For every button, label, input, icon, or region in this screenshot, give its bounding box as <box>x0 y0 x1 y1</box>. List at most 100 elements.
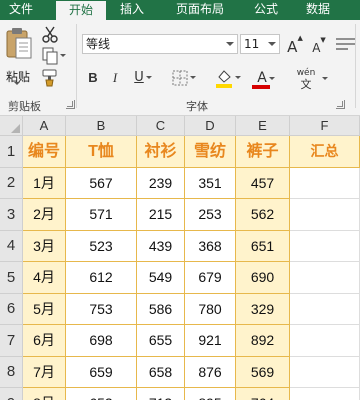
cell-f2[interactable] <box>290 168 360 199</box>
cell-f8[interactable] <box>290 357 360 388</box>
tab-file[interactable]: 文件 <box>0 0 42 20</box>
cell-c1[interactable]: 衬衫 <box>137 136 185 168</box>
clipboard-launcher-icon[interactable] <box>66 100 75 109</box>
font-color-button[interactable]: A <box>250 67 282 89</box>
cut-button[interactable] <box>40 24 62 44</box>
cell-f3[interactable] <box>290 199 360 231</box>
cell-a6[interactable]: 5月 <box>23 294 66 325</box>
cell-e5[interactable]: 690 <box>236 262 290 294</box>
cell-a2[interactable]: 1月 <box>23 168 66 199</box>
cell-f6[interactable] <box>290 294 360 325</box>
cell-e9[interactable]: 764 <box>236 388 290 400</box>
tab-data[interactable]: 数据 <box>298 0 338 20</box>
font-color-swatch <box>252 85 270 89</box>
tab-formulas[interactable]: 公式 <box>246 0 286 20</box>
cell-d4[interactable]: 368 <box>185 231 236 262</box>
cell-c9[interactable]: 713 <box>137 388 185 400</box>
shrink-font-button[interactable]: A▼ <box>308 34 330 55</box>
select-all-corner[interactable] <box>0 116 23 136</box>
cell-a3[interactable]: 2月 <box>23 199 66 231</box>
tab-insert[interactable]: 插入 <box>112 0 152 20</box>
font-launcher-icon[interactable] <box>336 100 345 109</box>
cell-b7[interactable]: 698 <box>66 325 137 357</box>
cell-e2[interactable]: 457 <box>236 168 290 199</box>
cell-d5[interactable]: 679 <box>185 262 236 294</box>
cell-d9[interactable]: 895 <box>185 388 236 400</box>
cell-d8[interactable]: 876 <box>185 357 236 388</box>
cell-c4[interactable]: 439 <box>137 231 185 262</box>
chevron-down-icon[interactable] <box>226 42 234 46</box>
scissors-icon <box>42 26 58 43</box>
borders-button[interactable] <box>170 67 198 89</box>
column-header-c[interactable]: C <box>137 116 185 136</box>
cell-e8[interactable]: 569 <box>236 357 290 388</box>
cell-a7[interactable]: 6月 <box>23 325 66 357</box>
font-size-box[interactable]: 11 <box>240 34 280 54</box>
cell-f7[interactable] <box>290 325 360 357</box>
cell-b3[interactable]: 571 <box>66 199 137 231</box>
cell-b8[interactable]: 659 <box>66 357 137 388</box>
cell-d6[interactable]: 780 <box>185 294 236 325</box>
row-header-4[interactable]: 4 <box>0 231 23 262</box>
tab-page-layout[interactable]: 页面布局 <box>168 0 232 20</box>
copy-button[interactable] <box>40 46 66 66</box>
fill-color-button[interactable] <box>212 67 244 89</box>
cell-e3[interactable]: 562 <box>236 199 290 231</box>
column-header-d[interactable]: D <box>185 116 236 136</box>
wrap-text-button[interactable] <box>334 34 360 54</box>
cell-e1[interactable]: 裤子 <box>236 136 290 168</box>
cell-e7[interactable]: 892 <box>236 325 290 357</box>
row-header-1[interactable]: 1 <box>0 136 23 168</box>
chevron-down-icon[interactable] <box>322 77 328 80</box>
cell-a4[interactable]: 3月 <box>23 231 66 262</box>
chevron-down-icon <box>235 76 241 79</box>
bold-button[interactable]: B <box>84 67 102 89</box>
cell-d3[interactable]: 253 <box>185 199 236 231</box>
row-header-9[interactable]: 9 <box>0 388 23 400</box>
cell-b1[interactable]: T恤 <box>66 136 137 168</box>
cell-a8[interactable]: 7月 <box>23 357 66 388</box>
grow-font-button[interactable]: A▲ <box>284 34 306 56</box>
cell-c2[interactable]: 239 <box>137 168 185 199</box>
row-header-7[interactable]: 7 <box>0 325 23 357</box>
tab-home[interactable]: 开始 <box>56 1 106 20</box>
row-header-5[interactable]: 5 <box>0 262 23 294</box>
row-header-2[interactable]: 2 <box>0 168 23 199</box>
row-header-6[interactable]: 6 <box>0 294 23 325</box>
cell-b9[interactable]: 652 <box>66 388 137 400</box>
cell-c6[interactable]: 586 <box>137 294 185 325</box>
paste-button[interactable]: 粘贴 <box>2 26 36 85</box>
cell-e6[interactable]: 329 <box>236 294 290 325</box>
cell-a9[interactable]: 8月 <box>23 388 66 400</box>
italic-button[interactable]: I <box>106 67 124 89</box>
column-header-f[interactable]: F <box>290 116 360 136</box>
cell-f5[interactable] <box>290 262 360 294</box>
format-painter-button[interactable] <box>40 68 62 88</box>
cell-b5[interactable]: 612 <box>66 262 137 294</box>
column-header-e[interactable]: E <box>236 116 290 136</box>
cell-c3[interactable]: 215 <box>137 199 185 231</box>
column-header-a[interactable]: A <box>23 116 66 136</box>
cell-d1[interactable]: 雪纺 <box>185 136 236 168</box>
cell-b2[interactable]: 567 <box>66 168 137 199</box>
cell-a1[interactable]: 编号 <box>23 136 66 168</box>
cell-d2[interactable]: 351 <box>185 168 236 199</box>
cell-c8[interactable]: 658 <box>137 357 185 388</box>
column-header-b[interactable]: B <box>66 116 137 136</box>
cell-d7[interactable]: 921 <box>185 325 236 357</box>
cell-f9[interactable] <box>290 388 360 400</box>
cell-c5[interactable]: 549 <box>137 262 185 294</box>
cell-c7[interactable]: 655 <box>137 325 185 357</box>
cell-a5[interactable]: 4月 <box>23 262 66 294</box>
cell-f4[interactable] <box>290 231 360 262</box>
chevron-down-icon[interactable] <box>268 42 276 46</box>
cell-b4[interactable]: 523 <box>66 231 137 262</box>
cell-e4[interactable]: 651 <box>236 231 290 262</box>
cell-f1[interactable]: 汇总 <box>290 136 360 168</box>
row-header-8[interactable]: 8 <box>0 357 23 388</box>
cell-b6[interactable]: 753 <box>66 294 137 325</box>
underline-button[interactable]: U <box>128 67 158 89</box>
font-name-box[interactable]: 等线 <box>82 34 238 54</box>
row-header-3[interactable]: 3 <box>0 199 23 231</box>
phonetic-guide-button[interactable]: wén 文 <box>292 67 320 91</box>
